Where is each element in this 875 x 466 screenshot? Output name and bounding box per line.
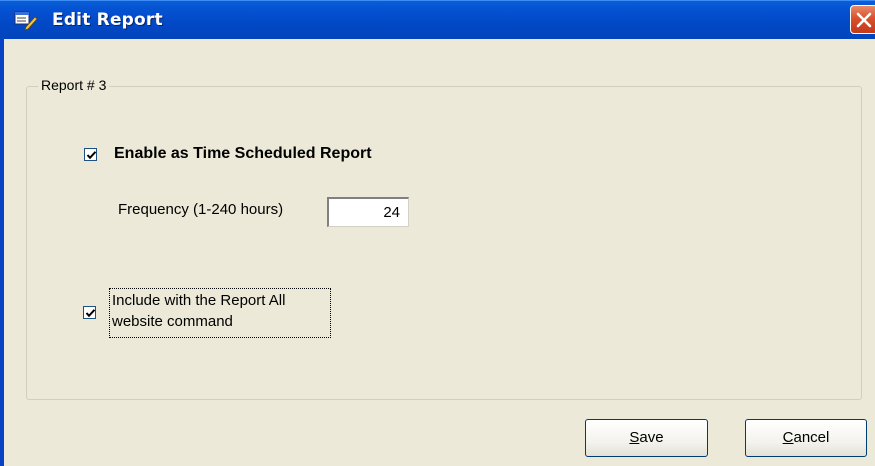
enable-scheduled-label[interactable]: Enable as Time Scheduled Report bbox=[114, 145, 372, 163]
frequency-input[interactable]: 24 bbox=[327, 197, 409, 227]
groupbox-legend: Report # 3 bbox=[38, 77, 110, 93]
include-report-all-checkbox[interactable] bbox=[83, 306, 96, 319]
include-label-line-2: website command bbox=[112, 313, 233, 330]
save-button[interactable]: Save bbox=[585, 419, 708, 457]
window-frame-left bbox=[0, 38, 4, 466]
edit-report-icon bbox=[14, 10, 38, 32]
cancel-mnemonic: C bbox=[782, 429, 794, 446]
report-groupbox bbox=[26, 86, 862, 400]
include-report-all-label[interactable]: Include with the Report All website comm… bbox=[109, 288, 331, 338]
checkmark-icon bbox=[85, 309, 96, 318]
close-button[interactable] bbox=[850, 5, 875, 34]
save-label-rest: ave bbox=[639, 429, 664, 446]
save-mnemonic: S bbox=[629, 429, 640, 446]
enable-scheduled-checkbox[interactable] bbox=[84, 148, 97, 161]
frequency-label: Frequency (1-240 hours) bbox=[118, 201, 284, 218]
close-icon bbox=[856, 12, 872, 28]
title-bar[interactable]: Edit Report bbox=[0, 0, 875, 39]
include-label-line-1: Include with the Report All bbox=[112, 292, 286, 309]
checkmark-icon bbox=[86, 151, 97, 160]
cancel-button[interactable]: Cancel bbox=[745, 419, 867, 457]
window-title: Edit Report bbox=[52, 10, 163, 30]
cancel-label-rest: ancel bbox=[793, 429, 830, 446]
edit-report-dialog: Edit Report Report # 3 Enable as Time Sc… bbox=[0, 0, 875, 466]
